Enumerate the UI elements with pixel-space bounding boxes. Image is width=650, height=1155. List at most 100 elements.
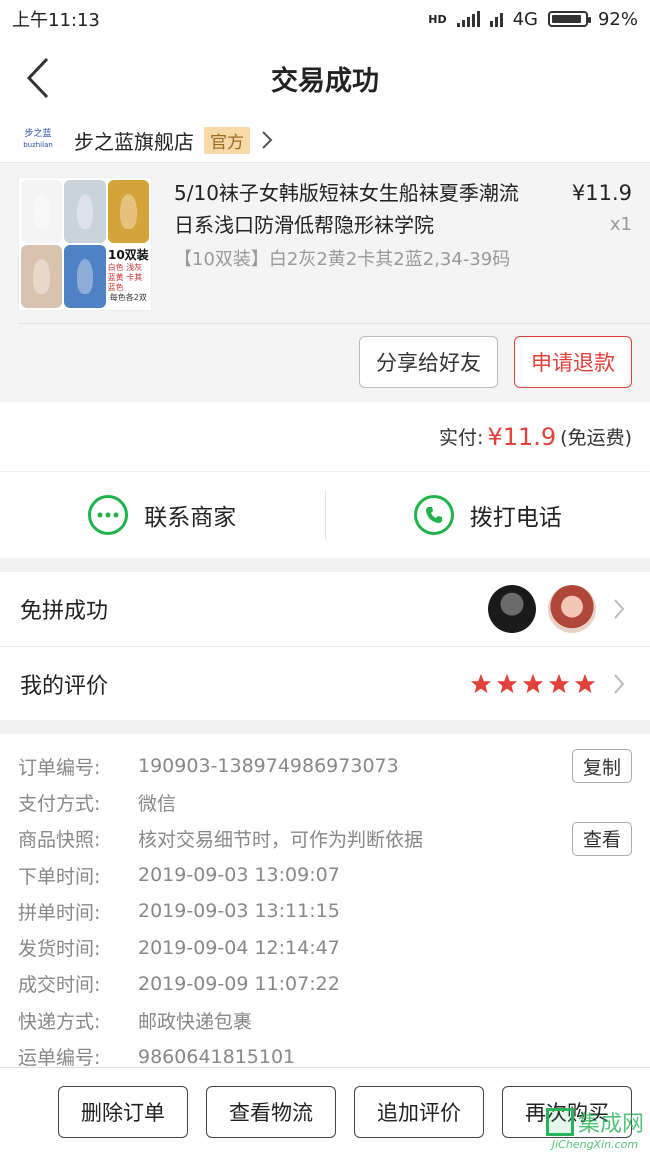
detail-value: 核对交易细节时，可作为判断依据 [138,829,424,852]
contact-merchant-label: 联系商家 [144,505,237,531]
watermark: 集成网 JiChengXin.com [545,1106,644,1151]
sock-image [64,245,106,308]
detail-label: 成交时间: [18,974,101,997]
star-icon [496,673,518,693]
view-snapshot-button[interactable]: 查看 [571,821,632,856]
thumb-colors: 白色 浅灰 蓝黄 卡其 蓝色 [107,263,143,292]
detail-row: 商品快照: 核对交易细节时，可作为判断依据 查看 [18,821,632,857]
star-icon [522,673,544,693]
hd-label: HD [428,12,447,26]
watermark-text: 集成网 [577,1112,644,1137]
watermark-logo-icon [545,1108,574,1136]
detail-label: 支付方式: [18,792,101,815]
section-gap [0,720,650,734]
page-title: 交易成功 [271,65,379,97]
star-icon [470,673,492,693]
product-spec: 【10双装】白2灰2黄2卡其2蓝2,34-39码 [174,249,511,270]
thumb-note: 每色各2双 [109,293,147,302]
signal-icon-2 [489,11,503,27]
nav-bar: 交易成功 [0,38,650,118]
back-button[interactable] [18,56,58,100]
refund-button[interactable]: 申请退款 [514,336,632,388]
star-icon [548,673,570,693]
thumb-label-title: 10双装 [107,248,149,262]
network-label: 4G [512,8,538,30]
avatar [488,585,536,633]
shop-logo: 步之蓝 buzhilan [18,125,58,155]
star-icon [574,673,596,693]
shop-logo-text: 步之蓝 [24,129,52,139]
group-avatars [488,585,630,633]
product-quantity: x1 [609,214,632,235]
product-row: 10双装 白色 浅灰 蓝黄 卡其 蓝色 每色各2双 5/10袜子女韩版短袜女生船… [18,177,632,323]
shop-logo-sub: buzhilan [23,141,53,149]
chevron-right-icon [608,673,630,695]
shop-name: 步之蓝旗舰店 [74,129,194,154]
status-bar: 上午11:13 HD 4G 92% [0,0,650,38]
paid-amount: ¥11.9 [487,422,557,451]
call-phone-label: 拨打电话 [469,505,562,531]
product-info: 5/10袜子女韩版短袜女生船袜夏季潮流日系浅口防滑低帮隐形袜学院 【10双装】白… [174,177,534,323]
detail-label: 发货时间: [18,938,101,961]
delete-order-button[interactable]: 删除订单 [58,1085,188,1138]
detail-value: 2019-09-03 13:11:15 [138,900,340,923]
phone-icon [413,495,454,535]
sock-image [21,180,63,243]
detail-label: 下单时间: [18,865,101,888]
review-rating [470,673,630,695]
sock-image [64,180,106,243]
star-rating [470,673,596,695]
battery-fill [551,15,582,23]
detail-value: 190903-138974986973073 [138,755,399,778]
status-time: 上午11:13 [12,10,100,31]
product-card[interactable]: 10双装 白色 浅灰 蓝黄 卡其 蓝色 每色各2双 5/10袜子女韩版短袜女生船… [0,162,650,402]
detail-row: 下单时间: 2019-09-03 13:09:07 [18,857,632,893]
signal-icon [456,11,480,27]
paid-label: 实付: [439,427,484,449]
sock-image [21,245,63,308]
product-price: ¥11.9 [571,181,632,205]
chevron-right-icon [262,131,273,149]
detail-label: 订单编号: [18,756,101,779]
my-review-row[interactable]: 我的评价 [0,646,650,720]
sock-image [107,180,149,243]
product-actions: 分享给好友 申请退款 [18,324,632,388]
battery-icon [547,11,591,27]
payment-summary: 实付: ¥11.9 (免运费) [0,402,650,472]
detail-label: 商品快照: [18,829,101,852]
paid-note: (免运费) [560,427,632,449]
contact-bar: 联系商家 拨打电话 [0,472,650,558]
group-success-row[interactable]: 免拼成功 [0,572,650,646]
watermark-url: JiChengXin.com [551,1138,639,1151]
chat-icon [88,495,129,535]
detail-row: 成交时间: 2019-09-09 11:07:22 [18,966,632,1002]
share-button[interactable]: 分享给好友 [359,336,498,388]
avatar [548,585,596,633]
view-logistics-button[interactable]: 查看物流 [206,1085,336,1138]
detail-row: 拼单时间: 2019-09-03 13:11:15 [18,893,632,929]
group-success-label: 免拼成功 [20,599,109,624]
detail-row: 快递方式: 邮政快递包裹 [18,1002,632,1038]
bottom-action-bar: 删除订单 查看物流 追加评价 再次购买 集成网 JiChengXin.com [0,1067,650,1155]
chevron-left-icon [26,57,49,99]
detail-row: 订单编号: 190903-138974986973073 复制 [18,748,632,784]
detail-value: 2019-09-03 13:09:07 [138,864,340,887]
chevron-right-icon [608,598,630,620]
copy-button[interactable]: 复制 [571,749,632,784]
shop-link[interactable]: 步之蓝 buzhilan 步之蓝旗舰店 官方 [0,118,650,162]
detail-value: 邮政快递包裹 [138,1010,253,1033]
contact-merchant-button[interactable]: 联系商家 [0,495,325,535]
detail-label: 拼单时间: [18,901,101,924]
product-title: 5/10袜子女韩版短袜女生船袜夏季潮流日系浅口防滑低帮隐形袜学院 [174,181,519,237]
detail-value: 微信 [138,792,177,815]
product-thumbnail[interactable]: 10双装 白色 浅灰 蓝黄 卡其 蓝色 每色各2双 [18,177,152,311]
detail-row: 支付方式: 微信 [18,784,632,820]
add-review-button[interactable]: 追加评价 [354,1085,484,1138]
my-review-label: 我的评价 [20,673,109,699]
thumb-label: 10双装 白色 浅灰 蓝黄 卡其 蓝色 每色各2双 [108,245,149,308]
official-badge: 官方 [204,126,250,154]
detail-label: 快递方式: [18,1010,101,1033]
detail-value: 2019-09-04 12:14:47 [138,936,340,959]
product-price-block: ¥11.9 x1 [572,177,632,241]
call-phone-button[interactable]: 拨打电话 [326,495,650,535]
